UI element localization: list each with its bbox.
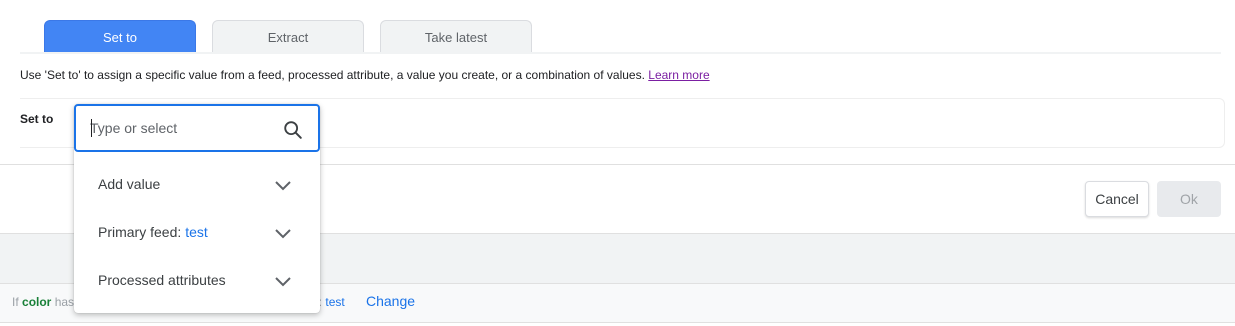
search-icon[interactable] — [282, 119, 304, 141]
chevron-down-icon — [275, 277, 291, 287]
dropdown-item-label: Add value — [98, 176, 161, 192]
cancel-button[interactable]: Cancel — [1085, 181, 1149, 217]
description-text: Use 'Set to' to assign a specific value … — [20, 68, 645, 82]
condition-text: If color has — [12, 295, 74, 309]
dropdown-item-add-value[interactable]: Add value — [74, 160, 320, 208]
chevron-down-icon — [275, 229, 291, 239]
learn-more-link[interactable]: Learn more — [648, 68, 709, 82]
value-dropdown: Add value Primary feed: test Processed a… — [74, 104, 320, 313]
condition-prefix: If — [12, 295, 19, 309]
change-link[interactable]: Change — [366, 293, 415, 309]
set-to-label: Set to — [20, 112, 54, 126]
dropdown-item-label: Processed attributes — [98, 272, 226, 288]
chevron-down-icon — [275, 181, 291, 191]
dropdown-item-processed-attributes[interactable]: Processed attributes — [74, 256, 320, 304]
condition-verb: has — [54, 295, 75, 309]
text-caret — [91, 119, 92, 137]
rule-editor: Set to Extract Take latest Use 'Set to' … — [0, 0, 1235, 326]
search-field[interactable] — [74, 104, 320, 152]
tab-take-latest[interactable]: Take latest — [380, 20, 532, 53]
feed-name: test — [185, 224, 208, 240]
search-input[interactable] — [90, 116, 270, 140]
tab-set-to[interactable]: Set to — [44, 20, 196, 53]
tab-extract[interactable]: Extract — [212, 20, 364, 53]
ok-button[interactable]: Ok — [1157, 181, 1221, 217]
dropdown-item-primary-feed[interactable]: Primary feed: test — [74, 208, 320, 256]
tab-underline — [20, 52, 1221, 54]
dropdown-item-label: Primary feed: — [98, 224, 182, 240]
description: Use 'Set to' to assign a specific value … — [20, 68, 710, 82]
condition-value: test — [325, 295, 345, 309]
condition-attribute: color — [22, 295, 52, 309]
